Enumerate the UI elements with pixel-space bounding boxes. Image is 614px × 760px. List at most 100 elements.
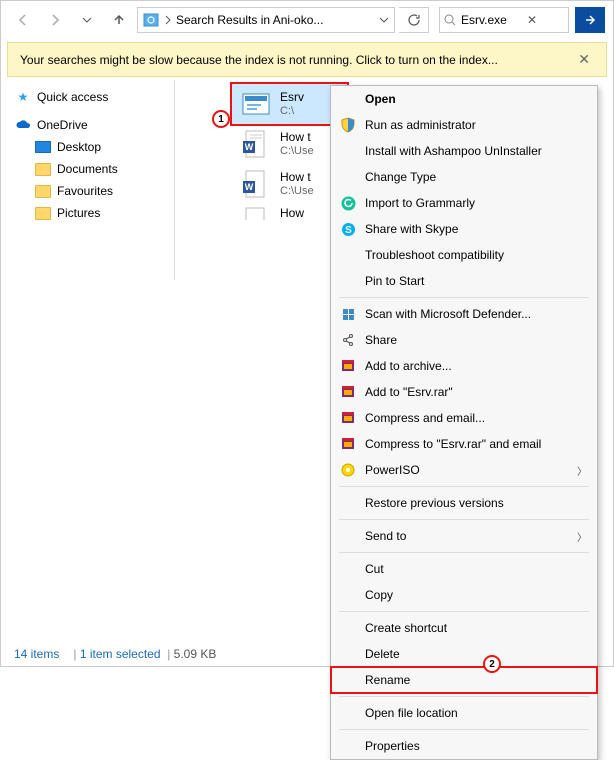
pane-divider[interactable] [174,80,175,280]
search-result-icon [140,9,162,31]
nav-recent-dropdown[interactable] [73,7,101,33]
ctx-compress-email[interactable]: Compress and email... [331,405,597,431]
ctx-troubleshoot[interactable]: Troubleshoot compatibility [331,242,597,268]
sidebar-item-label: Desktop [57,140,101,154]
ctx-delete[interactable]: Delete [331,641,597,667]
sidebar-item-pictures[interactable]: Pictures [11,202,171,224]
sidebar-item-documents[interactable]: Documents [11,158,171,180]
nav-back[interactable] [9,7,37,33]
sidebar-item-label: Documents [57,162,118,176]
search-go-button[interactable] [575,7,605,33]
sidebar-item-label: OneDrive [37,118,88,132]
chevron-right-icon [164,14,172,26]
winrar-icon [339,383,357,401]
folder-icon [35,161,51,177]
separator [339,552,589,553]
file-path: C:\ [280,105,304,118]
ctx-add-archive[interactable]: Add to archive... [331,353,597,379]
desktop-icon [35,139,51,155]
annotation-2: 2 [483,655,501,673]
sidebar-item-favourites[interactable]: Favourites [11,180,171,202]
status-selected: 1 item selected [80,647,161,661]
file-path: C:\Use [280,145,314,158]
winrar-icon [339,435,357,453]
sidebar-item-desktop[interactable]: Desktop [11,136,171,158]
ctx-defender[interactable]: Scan with Microsoft Defender... [331,301,597,327]
ctx-compress-rar-email[interactable]: Compress to "Esrv.rar" and email [331,431,597,457]
info-close[interactable]: ✕ [574,51,594,68]
sidebar-item-label: Pictures [57,206,100,220]
search-input[interactable] [461,13,523,27]
svg-text:W: W [245,182,254,192]
ctx-rename[interactable]: Rename 2 [331,667,597,693]
winrar-icon [339,409,357,427]
sidebar-item-label: Quick access [37,90,108,104]
ctx-run-as-admin[interactable]: Run as administrator [331,112,597,138]
ctx-send-to[interactable]: Send to〉 [331,523,597,549]
defender-icon [339,305,357,323]
skype-icon: S [339,220,357,238]
ctx-change-type[interactable]: Change Type [331,164,597,190]
ctx-ashampoo[interactable]: Install with Ashampoo UnInstaller [331,138,597,164]
info-bar[interactable]: Your searches might be slow because the … [7,42,607,77]
search-icon [444,14,457,27]
ctx-skype[interactable]: SShare with Skype [331,216,597,242]
doc-icon: W [240,168,272,200]
nav-up[interactable] [105,7,133,33]
poweriso-icon [339,461,357,479]
separator [339,696,589,697]
winrar-icon [339,357,357,375]
nav-forward[interactable] [41,7,69,33]
separator [339,297,589,298]
sidebar-item-label: Favourites [57,184,113,198]
ctx-pin-to-start[interactable]: Pin to Start [331,268,597,294]
star-icon: ★ [15,89,31,105]
ctx-properties[interactable]: Properties [331,733,597,759]
ctx-poweriso[interactable]: PowerISO〉 [331,457,597,483]
navigation-pane: ★ Quick access OneDrive Desktop Document… [1,80,171,280]
ctx-cut[interactable]: Cut [331,556,597,582]
separator [339,611,589,612]
folder-icon [35,183,51,199]
context-menu: Open Run as administrator Install with A… [330,85,598,760]
file-name: How t [280,170,314,184]
status-count: 14 items [14,647,59,661]
file-name: Esrv [280,90,304,104]
chevron-right-icon: 〉 [577,463,587,478]
ctx-share[interactable]: Share [331,327,597,353]
ctx-create-shortcut[interactable]: Create shortcut [331,615,597,641]
chevron-right-icon: 〉 [577,529,587,544]
annotation-1: 1 [212,110,230,128]
cloud-icon [15,117,31,133]
ctx-open-location[interactable]: Open file location [331,700,597,726]
ctx-restore[interactable]: Restore previous versions [331,490,597,516]
info-message: Your searches might be slow because the … [20,53,498,67]
address-bar[interactable]: Search Results in Ani-oko... [137,7,395,33]
clear-search[interactable]: ✕ [527,13,537,27]
search-box[interactable]: ✕ [439,7,569,33]
ctx-copy[interactable]: Copy [331,582,597,608]
address-dropdown[interactable] [374,8,394,32]
doc-icon: W [240,128,272,160]
svg-text:W: W [245,142,254,152]
ctx-grammarly[interactable]: Import to Grammarly [331,190,597,216]
separator [339,486,589,487]
doc-icon [240,204,272,222]
share-icon [339,331,357,349]
shield-icon [339,116,357,134]
app-icon [240,88,272,120]
status-size: 5.09 KB [167,647,216,661]
separator [339,519,589,520]
ctx-add-rar[interactable]: Add to "Esrv.rar" [331,379,597,405]
folder-icon [35,205,51,221]
grammarly-icon [339,194,357,212]
address-text: Search Results in Ani-oko... [172,13,374,27]
svg-text:S: S [345,225,352,236]
ctx-open[interactable]: Open [331,86,597,112]
refresh-button[interactable] [399,7,429,33]
separator [339,729,589,730]
file-path: C:\Use [280,185,314,198]
sidebar-quick-access[interactable]: ★ Quick access [11,86,171,108]
sidebar-onedrive[interactable]: OneDrive [11,114,171,136]
file-name: How t [280,130,314,144]
